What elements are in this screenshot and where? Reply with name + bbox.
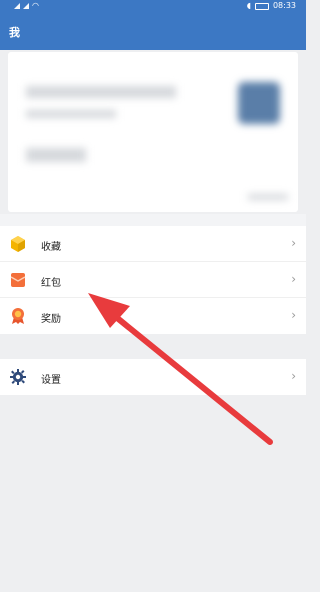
profile-name-blur [26,86,176,98]
profile-stats-blur [26,148,86,162]
status-bar: ◠ ◖ 08:33 [0,0,306,12]
menu-item-settings[interactable]: 设置 › [0,359,306,395]
page-title: 我 [9,26,20,39]
menu-item-label: 设置 [41,375,61,386]
menu-item-favorites[interactable]: 收藏 › [0,226,306,262]
status-time: 08:33 [272,1,296,10]
gear-icon [9,368,27,386]
chevron-right-icon: › [291,369,296,383]
headset-icon: ◖ [246,1,251,10]
section-divider [0,214,306,226]
signal-icon [23,3,29,9]
battery-icon [254,2,269,10]
app-header: 我 [0,12,306,50]
envelope-icon [9,271,27,289]
chevron-right-icon: › [291,236,296,250]
menu-item-label: 红包 [41,278,61,289]
cube-icon [9,235,27,253]
menu-item-label: 收藏 [41,242,61,253]
profile-subtitle-blur [26,110,116,118]
signal-icon [14,3,20,9]
status-right: ◖ 08:33 [247,0,296,12]
status-left: ◠ [14,0,39,12]
menu-item-label: 奖励 [41,314,61,325]
wifi-icon: ◠ [32,1,39,10]
medal-icon [9,307,27,325]
profile-card[interactable] [8,52,298,212]
menu-item-rewards[interactable]: 奖励 › [0,298,306,334]
menu-item-red-packet[interactable]: 红包 › [0,262,306,298]
menu-group-main: 收藏 › 红包 › 奖励 › [0,226,306,334]
chevron-right-icon: › [291,272,296,286]
avatar[interactable] [238,82,280,124]
profile-footer-blur [248,194,288,200]
chevron-right-icon: › [291,308,296,322]
menu-group-settings: 设置 › [0,359,306,395]
